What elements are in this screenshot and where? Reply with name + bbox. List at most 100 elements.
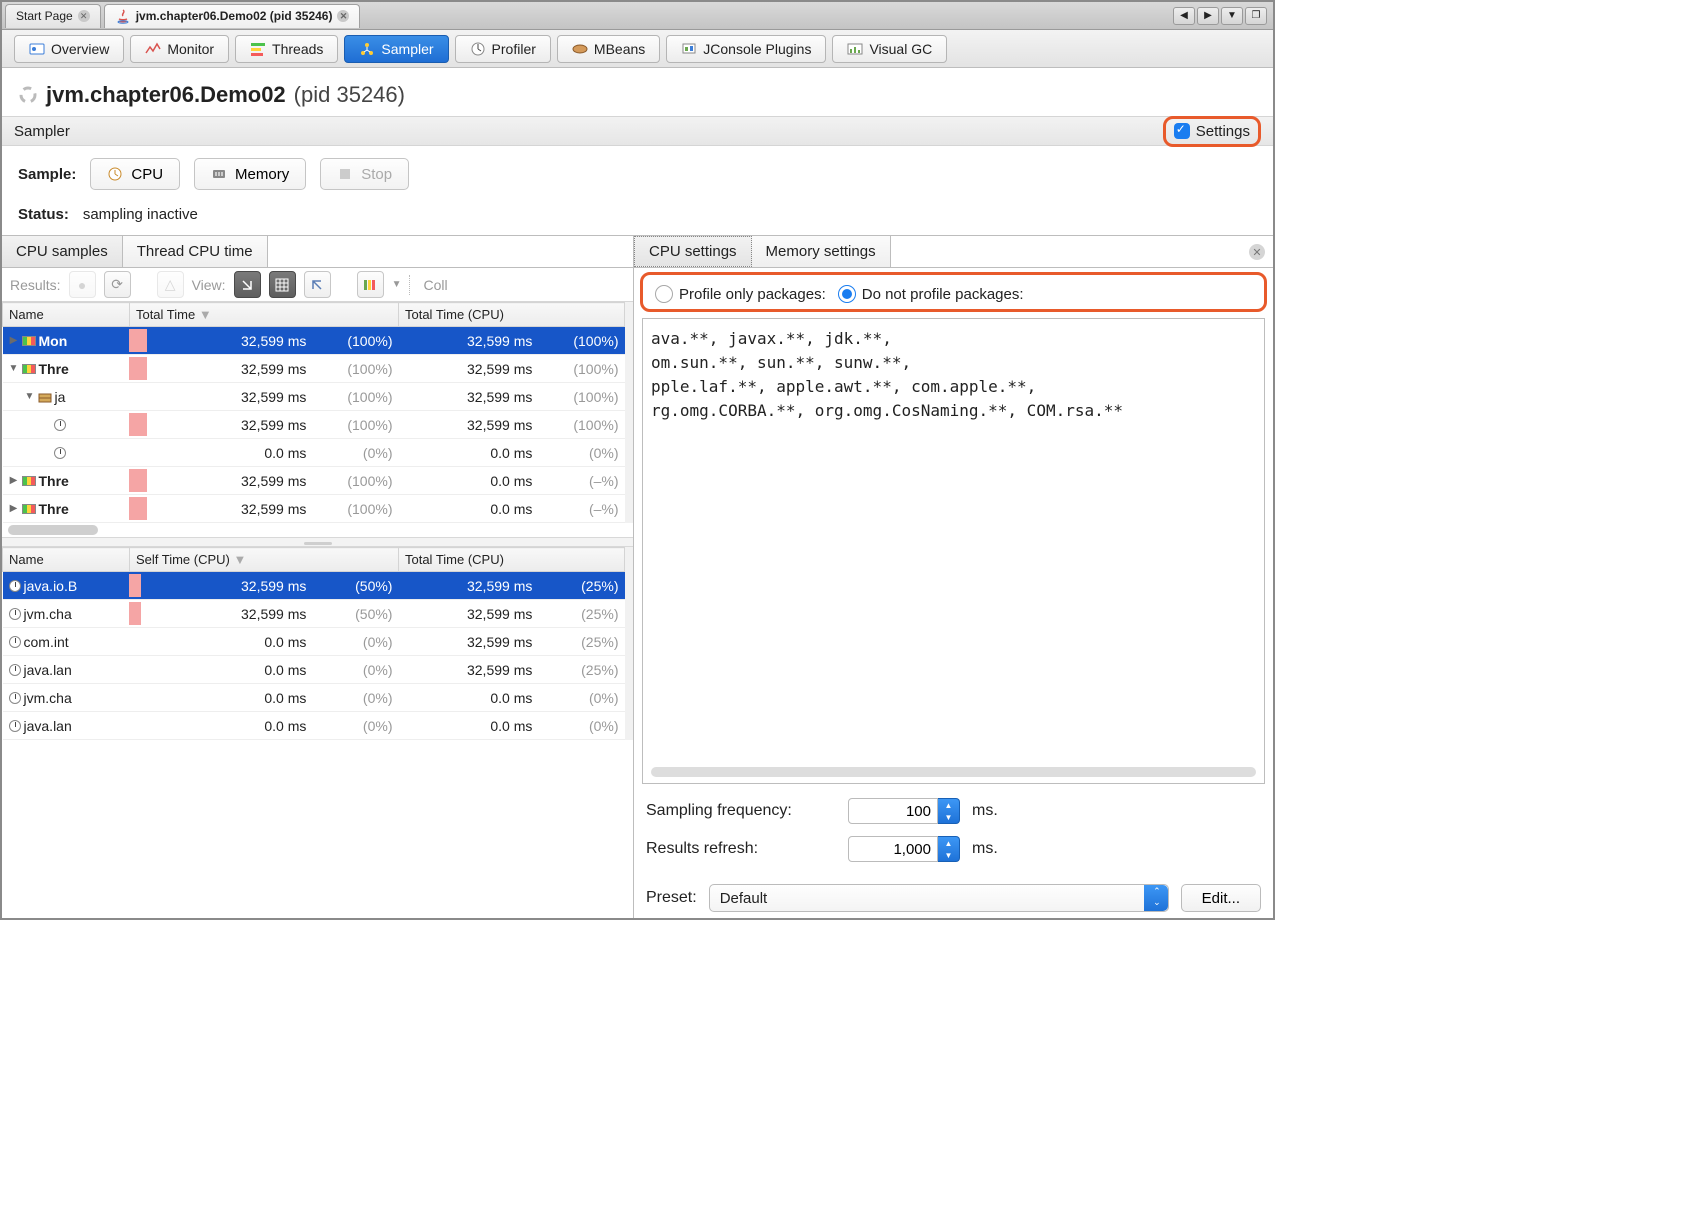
threads-icon — [250, 41, 266, 57]
tool-profiler[interactable]: Profiler — [455, 35, 551, 63]
table-row[interactable]: 0.0 ms(0%)0.0 ms(0%) — [3, 439, 625, 467]
table-row[interactable]: com.int0.0 ms(0%)32,599 ms(25%) — [3, 628, 625, 656]
monitor-icon — [145, 41, 161, 57]
process-pid: (pid 35246) — [294, 82, 405, 108]
columns-icon[interactable] — [357, 271, 384, 298]
tab-cpu-samples[interactable]: CPU samples — [2, 236, 123, 267]
tab-start-page[interactable]: Start Page ✕ — [5, 4, 101, 28]
spinner-buttons[interactable]: ▲▼ — [938, 798, 960, 824]
tool-jconsole[interactable]: JConsole Plugins — [666, 35, 826, 63]
section-bar: Sampler Settings — [2, 116, 1273, 146]
table-row[interactable]: jvm.cha0.0 ms(0%)0.0 ms(0%) — [3, 684, 625, 712]
table-row[interactable]: java.io.B32,599 ms(50%)32,599 ms(25%) — [3, 572, 625, 600]
frequency-input[interactable] — [848, 798, 938, 824]
table-row[interactable]: ▼Thre32,599 ms(100%)32,599 ms(100%) — [3, 355, 625, 383]
nav-fwd-icon[interactable]: ▶ — [1197, 7, 1219, 25]
delta-icon[interactable]: △ — [157, 271, 184, 298]
refresh-spinner[interactable]: ▲▼ — [848, 836, 960, 862]
tab-thread-cpu[interactable]: Thread CPU time — [123, 236, 268, 267]
vscroll[interactable] — [625, 302, 633, 523]
top-table-wrap: Name Total Time ▼ Total Time (CPU) ▶Mon3… — [2, 302, 633, 523]
close-icon[interactable]: ✕ — [78, 10, 90, 22]
vscroll[interactable] — [625, 547, 633, 740]
tool-threads[interactable]: Threads — [235, 35, 338, 63]
sample-label: Sample: — [18, 166, 76, 183]
label: Overview — [51, 41, 109, 57]
label: Preset: — [646, 889, 697, 907]
memory-icon — [211, 166, 227, 182]
view-reverse-icon[interactable] — [304, 271, 331, 298]
edit-button[interactable]: Edit... — [1181, 884, 1261, 912]
tool-monitor[interactable]: Monitor — [130, 35, 229, 63]
label: Sampling frequency: — [646, 802, 836, 820]
table-row[interactable]: ▶Thre32,599 ms(100%)0.0 ms(–%) — [3, 467, 625, 495]
label: MBeans — [594, 41, 645, 57]
radio-only-packages[interactable]: Profile only packages: — [655, 285, 826, 303]
label: Visual GC — [869, 41, 932, 57]
bottom-table: Name Self Time (CPU) ▼ Total Time (CPU) … — [2, 547, 625, 740]
split-panes: CPU samples Thread CPU time Results: ● ⟳… — [2, 235, 1273, 918]
table-row[interactable]: ▶Thre32,599 ms(100%)0.0 ms(–%) — [3, 495, 625, 523]
dropdown-icon[interactable]: ▼ — [1221, 7, 1243, 25]
collapse-label[interactable]: Coll — [423, 277, 447, 293]
table-row[interactable]: java.lan0.0 ms(0%)32,599 ms(25%) — [3, 656, 625, 684]
tab-cpu-settings[interactable]: CPU settings — [634, 236, 752, 267]
stop-button[interactable]: Stop — [320, 158, 409, 190]
col-self[interactable]: Self Time (CPU) ▼ — [129, 548, 398, 572]
table-row[interactable]: java.lan0.0 ms(0%)0.0 ms(0%) — [3, 712, 625, 740]
table-row[interactable]: jvm.cha32,599 ms(50%)32,599 ms(25%) — [3, 600, 625, 628]
tool-mbeans[interactable]: MBeans — [557, 35, 660, 63]
view-label: View: — [192, 277, 226, 293]
view-table-icon[interactable] — [269, 271, 296, 298]
sample-row: Sample: CPU Memory Stop — [2, 146, 1273, 202]
col-total[interactable]: Total Time (CPU) — [398, 548, 624, 572]
memory-button[interactable]: Memory — [194, 158, 306, 190]
hscroll[interactable] — [651, 767, 1256, 777]
page-header: jvm.chapter06.Demo02 (pid 35246) — [2, 68, 1273, 116]
col-total[interactable]: Total Time ▼ — [129, 303, 398, 327]
table-row[interactable]: ▼ja32,599 ms(100%)32,599 ms(100%) — [3, 383, 625, 411]
tool-visualgc[interactable]: Visual GC — [832, 35, 947, 63]
settings-label: Settings — [1196, 123, 1250, 140]
preset-select[interactable]: Default — [709, 884, 1169, 912]
hscroll[interactable] — [2, 523, 633, 537]
radio-input[interactable] — [838, 285, 856, 303]
window-controls: ◀ ▶ ▼ ❐ — [1173, 7, 1273, 25]
window-tabs: Start Page ✕ jvm.chapter06.Demo02 (pid 3… — [2, 2, 1273, 30]
radio-not-packages[interactable]: Do not profile packages: — [838, 285, 1024, 303]
horizontal-splitter[interactable] — [2, 537, 633, 547]
results-label: Results: — [10, 277, 61, 293]
col-name[interactable]: Name — [3, 548, 130, 572]
table-row[interactable]: ▶Mon32,599 ms(100%)32,599 ms(100%) — [3, 327, 625, 355]
left-pane: CPU samples Thread CPU time Results: ● ⟳… — [2, 236, 634, 918]
spinner-buttons[interactable]: ▲▼ — [938, 836, 960, 862]
close-icon[interactable]: ✕ — [337, 10, 349, 22]
refresh-icon[interactable]: ⟳ — [104, 271, 131, 298]
settings-toggle[interactable]: Settings — [1163, 116, 1261, 147]
view-tree-icon[interactable] — [234, 271, 261, 298]
label: Threads — [272, 41, 323, 57]
tool-sampler[interactable]: Sampler — [344, 35, 448, 63]
clock-icon — [107, 166, 123, 182]
package-filter-textarea[interactable]: ava.**, javax.**, jdk.**, om.sun.**, sun… — [642, 318, 1265, 784]
visualvm-window: Start Page ✕ jvm.chapter06.Demo02 (pid 3… — [0, 0, 1275, 920]
section-title: Sampler — [14, 123, 70, 140]
tab-memory-settings[interactable]: Memory settings — [752, 236, 891, 267]
settings-checkbox[interactable] — [1174, 123, 1190, 139]
close-icon[interactable]: ✕ — [1249, 244, 1265, 260]
table-row[interactable]: 32,599 ms(100%)32,599 ms(100%) — [3, 411, 625, 439]
tab-process[interactable]: jvm.chapter06.Demo02 (pid 35246) ✕ — [104, 4, 361, 28]
tab-label: Start Page — [16, 9, 73, 23]
col-total-cpu[interactable]: Total Time (CPU) — [398, 303, 624, 327]
nav-back-icon[interactable]: ◀ — [1173, 7, 1195, 25]
label: Memory — [235, 166, 289, 183]
refresh-input[interactable] — [848, 836, 938, 862]
col-name[interactable]: Name — [3, 303, 130, 327]
maximize-icon[interactable]: ❐ — [1245, 7, 1267, 25]
label: JConsole Plugins — [703, 41, 811, 57]
frequency-spinner[interactable]: ▲▼ — [848, 798, 960, 824]
tool-overview[interactable]: Overview — [14, 35, 124, 63]
cpu-button[interactable]: CPU — [90, 158, 180, 190]
record-icon[interactable]: ● — [69, 271, 96, 298]
radio-input[interactable] — [655, 285, 673, 303]
